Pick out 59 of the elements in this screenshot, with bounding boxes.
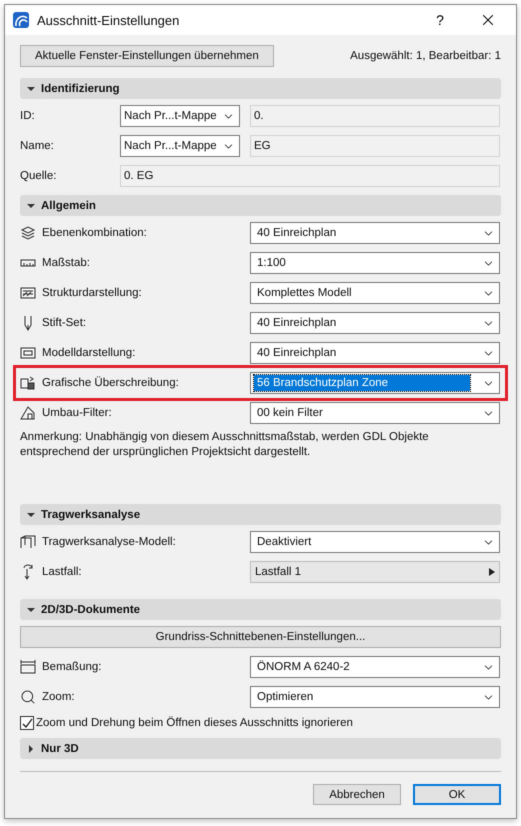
expanded-triangle-icon[interactable] <box>27 606 35 614</box>
section-header[interactable]: Identifizierung <box>20 78 501 99</box>
settings-button[interactable]: Grundriss-Schnittebenen-Einstellungen... <box>20 626 501 648</box>
text-field[interactable]: 0. EG <box>120 165 500 187</box>
override-icon <box>20 375 36 391</box>
dimension-icon <box>20 659 36 675</box>
house-icon <box>20 405 36 421</box>
dropdown[interactable]: 1:100 <box>250 252 500 274</box>
dropdown[interactable]: 56 Brandschutzplan Zone <box>250 372 500 394</box>
dropdown[interactable]: 40 Einreichplan <box>250 312 500 334</box>
section-header[interactable]: Nur 3D <box>20 738 501 759</box>
dropdown[interactable]: 40 Einreichplan <box>250 222 500 244</box>
triangle-right-icon <box>489 568 495 576</box>
field-label: ID: <box>20 110 36 122</box>
field-label: Bemaßung: <box>42 661 102 673</box>
checkbox[interactable] <box>20 716 34 730</box>
dropdown[interactable]: ÖNORM A 6240-2 <box>250 656 500 678</box>
layers-icon <box>20 225 36 241</box>
checkbox-label: Zoom und Drehung beim Öffnen dieses Ausschnitts ignorieren <box>36 717 353 729</box>
text-field[interactable]: 0. <box>250 105 500 127</box>
dropdown[interactable]: 00 kein Filter <box>250 402 500 424</box>
section-header[interactable]: 2D/3D-Dokumente <box>20 599 501 620</box>
dropdown[interactable]: Optimieren <box>250 686 500 708</box>
field-label: Lastfall: <box>42 566 82 578</box>
hatched-box-icon <box>20 285 36 301</box>
frame-icon <box>20 534 36 550</box>
field-label: Tragwerksanalyse-Modell: <box>42 536 176 548</box>
search-icon <box>20 689 36 705</box>
field-label: Strukturdarstellung: <box>42 287 142 299</box>
expanded-triangle-icon[interactable] <box>27 202 35 210</box>
field-label: Quelle: <box>20 170 58 182</box>
dialog-button[interactable]: Abbrechen <box>313 784 401 805</box>
collapsed-triangle-icon[interactable] <box>27 744 35 752</box>
expanded-triangle-icon[interactable] <box>27 510 35 518</box>
note-text: Anmerkung: Unabhängig von diesem Ausschnittsmaßstab, werden GDL Objekte entsprechend der ursprünglichen Projektsicht dargestellt. <box>20 430 430 460</box>
section-header[interactable]: Tragwerksanalyse <box>20 504 501 525</box>
field-label: Grafische Überschreibung: <box>42 377 179 389</box>
selection-info: Ausgewählt: 1, Bearbeitbar: 1 <box>350 50 501 62</box>
popup-field[interactable]: Lastfall 1 <box>250 561 500 583</box>
window-title: Ausschnitt-Einstellungen <box>37 12 180 28</box>
section-header[interactable]: Allgemein <box>20 195 501 216</box>
dropdown[interactable]: Nach Pr...t-Mappe <box>120 105 240 127</box>
field-label: Stift-Set: <box>42 317 86 329</box>
dialog-button[interactable]: OK <box>413 784 501 805</box>
field-label: Modelldarstellung: <box>42 347 136 359</box>
app-logo-icon <box>13 12 29 28</box>
dropdown[interactable]: 40 Einreichplan <box>250 342 500 364</box>
field-label: Umbau-Filter: <box>42 407 112 419</box>
field-label: Maßstab: <box>42 257 90 269</box>
text-field[interactable]: EG <box>250 135 500 157</box>
dropdown[interactable]: Komplettes Modell <box>250 282 500 304</box>
dropdown[interactable]: Nach Pr...t-Mappe <box>120 135 240 157</box>
field-label: Ebenenkombination: <box>42 227 147 239</box>
field-label: Name: <box>20 140 55 152</box>
apply-settings-button[interactable]: Aktuelle Fenster-Einstellungen übernehmen <box>20 45 274 67</box>
expanded-triangle-icon[interactable] <box>27 84 35 92</box>
dropdown[interactable]: Deaktiviert <box>250 531 500 553</box>
field-label: Zoom: <box>42 691 75 703</box>
help-button[interactable]: ? <box>420 11 460 29</box>
